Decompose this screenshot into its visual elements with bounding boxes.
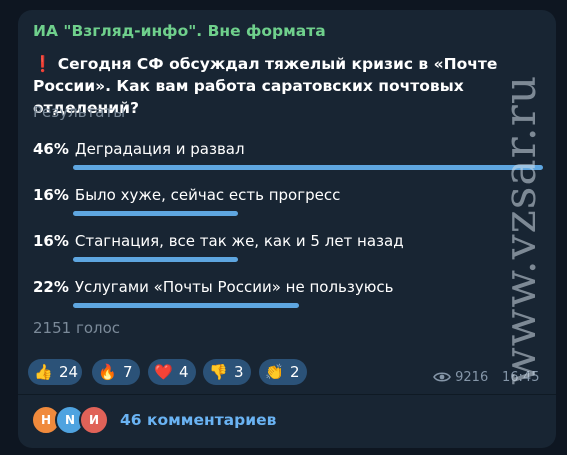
reaction-thumbs-down[interactable]: 👎 3 xyxy=(203,359,251,385)
comments-divider xyxy=(18,394,556,395)
option-bar xyxy=(73,303,299,308)
reaction-count: 4 xyxy=(179,363,189,381)
votes-count: 2151 голос xyxy=(33,319,121,337)
reaction-thumbs-up[interactable]: 👍 24 xyxy=(28,359,82,385)
thumbs-up-icon: 👍 xyxy=(34,363,53,381)
clapping-hands-icon: 👏 xyxy=(265,363,284,381)
heart-icon: ❤️ xyxy=(154,363,173,381)
option-percent: 22% xyxy=(33,278,69,296)
reaction-count: 3 xyxy=(234,363,244,381)
option-text: Услугами «Почты России» не пользуюсь xyxy=(74,278,394,296)
option-bar xyxy=(73,257,238,262)
watermark: www.vzsar.ru xyxy=(495,74,546,385)
option-bar xyxy=(73,165,543,170)
option-percent: 46% xyxy=(33,140,69,158)
reaction-count: 24 xyxy=(59,363,79,381)
reaction-fire[interactable]: 🔥 7 xyxy=(92,359,140,385)
option-percent: 16% xyxy=(33,186,69,204)
avatar: И xyxy=(79,405,109,435)
reaction-count: 2 xyxy=(290,363,300,381)
fire-icon: 🔥 xyxy=(98,363,117,381)
thumbs-down-icon: 👎 xyxy=(209,363,228,381)
option-text: Стагнация, все так же, как и 5 лет назад xyxy=(74,232,404,250)
poll-option[interactable]: 16% Стагнация, все так же, как и 5 лет на… xyxy=(33,232,543,262)
reaction-clapping[interactable]: 👏 2 xyxy=(259,359,307,385)
option-text: Деградация и развал xyxy=(74,140,245,158)
option-text: Было хуже, сейчас есть прогресс xyxy=(74,186,341,204)
results-label: Результаты xyxy=(33,103,126,121)
comments-link[interactable]: 46 комментариев xyxy=(120,411,276,429)
option-bar xyxy=(73,211,238,216)
exclamation-icon: ❗ xyxy=(33,55,53,73)
poll-option[interactable]: 16% Было хуже, сейчас есть прогресс xyxy=(33,186,543,216)
views-counter: 9216 xyxy=(433,370,488,385)
views-count: 9216 xyxy=(455,370,489,385)
reaction-heart[interactable]: ❤️ 4 xyxy=(148,359,196,385)
channel-name[interactable]: ИА "Взгляд-инфо". Вне формата xyxy=(33,22,326,40)
poll-option[interactable]: 46% Деградация и развал xyxy=(33,140,543,170)
poll-option[interactable]: 22% Услугами «Почты России» не пользуюсь xyxy=(33,278,543,308)
reaction-count: 7 xyxy=(123,363,133,381)
option-percent: 16% xyxy=(33,232,69,250)
eye-icon xyxy=(433,372,451,382)
